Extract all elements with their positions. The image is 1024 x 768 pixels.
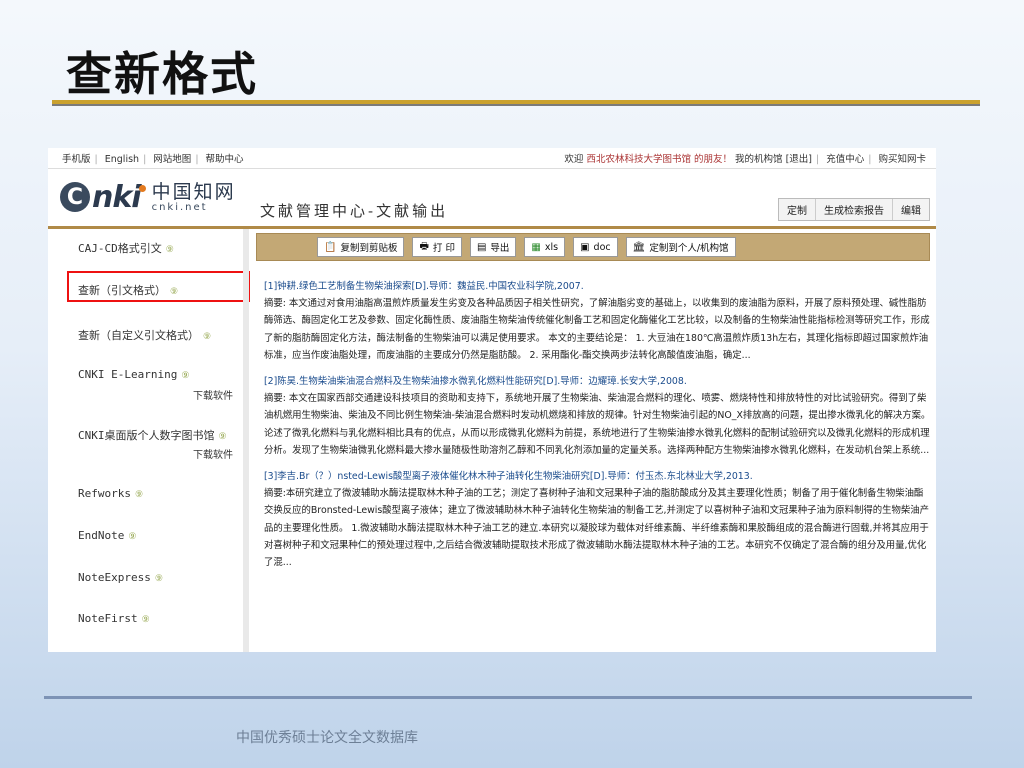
page-title: 文献管理中心-文献输出	[260, 202, 449, 220]
save-to-library-button[interactable]: 🏛 定制到个人/机构馆	[625, 237, 736, 257]
clipboard-icon: 📋	[324, 241, 337, 253]
help-icon[interactable]: ⑨	[203, 332, 211, 342]
topbar-link-buy-card[interactable]: 购买知网卡	[878, 154, 926, 165]
org-name: 西北农林科技大学图书馆 的朋友！	[586, 154, 732, 165]
button-label: 定制到个人/机构馆	[649, 243, 729, 254]
logo-chinese-text: 中国知网	[151, 180, 236, 203]
edit-button[interactable]: 编辑	[893, 199, 929, 220]
sidebar-item-label: NoteExpress	[78, 571, 151, 584]
export-icon: ▤	[476, 241, 487, 253]
sidebar-item-novelty-custom[interactable]: 查新（自定义引文格式） ⑨	[78, 327, 211, 343]
button-label: doc	[593, 241, 611, 253]
sidebar-item-novelty-citation[interactable]: 查新（引文格式） ⑨	[78, 282, 178, 298]
help-icon[interactable]: ⑨	[155, 574, 163, 584]
citation-entry: [2]陈昊.生物柴油柴油混合燃料及生物柴油掺水微乳化燃料性能研究[D].导师：边…	[264, 373, 932, 459]
sidebar-item-refworks[interactable]: Refworks ⑨	[78, 487, 143, 500]
topbar-link-mobile[interactable]: 手机版	[62, 154, 91, 165]
customize-button[interactable]: 定制	[779, 199, 816, 220]
topbar-link-help[interactable]: 帮助中心	[206, 154, 244, 165]
sidebar-item-desktop-library[interactable]: CNKI桌面版个人数字图书馆 ⑨	[78, 427, 227, 443]
button-label: 打 印	[432, 243, 455, 254]
sidebar-item-caj-cd[interactable]: CAJ-CD格式引文 ⑨	[78, 240, 174, 256]
sidebar-item-label: 查新（自定义引文格式）	[78, 329, 199, 342]
format-sidebar: CAJ-CD格式引文 ⑨ 查新（引文格式） ⑨ 查新（自定义引文格式） ⑨ CNKI …	[48, 229, 250, 652]
sidebar-item-label: Refworks	[78, 487, 131, 500]
citation-title: [2]陈昊.生物柴油柴油混合燃料及生物柴油掺水微乳化燃料性能研究[D].导师：边…	[264, 376, 687, 388]
footer-rule	[44, 696, 972, 699]
top-link-bar: 手机版 | English | 网站地图 | 帮助中心 欢迎 西北农林科技大学图书馆 …	[48, 148, 936, 168]
topbar-link-my-library[interactable]: 我的机构馆	[735, 154, 783, 165]
logo-c-mark: C	[60, 182, 90, 212]
sidebar-item-label: CNKI桌面版个人数字图书馆	[78, 429, 215, 442]
citation-abstract: 摘要: 本文通过对食用油脂高温煎炸质量发生劣变及各种品质因子相关性研究，了解油脂…	[264, 298, 930, 361]
welcome-text: 欢迎	[564, 154, 584, 165]
button-label: 复制到剪贴板	[340, 243, 398, 254]
save-icon: ▣	[580, 241, 590, 253]
topbar-link-english[interactable]: English	[105, 154, 139, 165]
printer-icon: 🖶	[419, 240, 429, 252]
sidebar-item-label: EndNote	[78, 529, 125, 542]
topbar-link-recharge[interactable]: 充值中心	[826, 154, 864, 165]
topbar-link-sitemap[interactable]: 网站地图	[153, 154, 191, 165]
sidebar-item-endnote[interactable]: EndNote ⑨	[78, 529, 136, 542]
copy-to-clipboard-button[interactable]: 📋 复制到剪贴板	[317, 237, 405, 257]
help-icon[interactable]: ⑨	[142, 615, 150, 625]
help-icon[interactable]: ⑨	[219, 432, 227, 442]
help-icon[interactable]: ⑨	[181, 371, 189, 381]
help-icon[interactable]: ⑨	[170, 287, 178, 297]
sidebar-item-label: CNKI E-Learning	[78, 368, 178, 381]
button-label: 导出	[490, 243, 510, 254]
citation-abstract: 摘要:本研究建立了微波辅助水酶法提取林木种子油的工艺；测定了喜树种子油和文冠果种…	[264, 488, 930, 569]
header-button-group: 定制 生成检索报告 编辑	[778, 198, 930, 221]
button-label: xls	[544, 241, 559, 253]
cnki-screenshot: 手机版 | English | 网站地图 | 帮助中心 欢迎 西北农林科技大学图书馆 …	[48, 148, 936, 652]
citation-abstract: 摘要: 本文在国家西部交通建设科技项目的资助和支持下，系统地开展了生物柴油、柴油…	[264, 393, 931, 456]
help-icon[interactable]: ⑨	[135, 490, 143, 500]
sidebar-item-label: 查新（引文格式）	[78, 284, 166, 297]
sidebar-item-elearning[interactable]: CNKI E-Learning ⑨	[78, 368, 189, 381]
topbar-link-logout[interactable]: [退出]	[786, 154, 812, 165]
slide-title: 查新格式	[66, 47, 258, 101]
page-header: C nki 中国知网 cnki.net 文献管理中心-文献输出 定制 生成检索报…	[48, 168, 936, 227]
logo-nki-text: nki	[92, 179, 142, 215]
sidebar-item-noteexpress[interactable]: NoteExpress ⑨	[78, 571, 163, 584]
logo-domain-text: cnki.net	[151, 201, 208, 213]
sidebar-item-label: NoteFirst	[78, 612, 138, 625]
print-button[interactable]: 🖶 打 印	[412, 237, 462, 257]
sidebar-scrollbar[interactable]	[243, 229, 249, 652]
excel-icon: ▦	[531, 241, 541, 253]
download-software-link[interactable]: 下载软件	[193, 387, 233, 402]
export-toolbar: 📋 复制到剪贴板 🖶 打 印 ▤ 导出 ▦ xls ▣ doc 🏛 定制到个人/机构馆	[256, 233, 930, 261]
citation-title: [1]钟耕.绿色工艺制备生物柴油探索[D].导师：魏益民.中国农业科学院,200…	[264, 281, 584, 292]
title-underline	[52, 100, 980, 106]
logo-dot-icon	[138, 184, 146, 192]
citation-title: [3]李吉.Br（？）nsted-Lewis酸型离子液体催化林木种子油转化生物柴…	[264, 471, 753, 483]
export-button[interactable]: ▤ 导出	[469, 237, 517, 257]
cnki-logo[interactable]: C nki 中国知网 cnki.net	[60, 177, 236, 217]
help-icon[interactable]: ⑨	[128, 532, 136, 542]
citation-list: [1]钟耕.绿色工艺制备生物柴油探索[D].导师：魏益民.中国农业科学院,200…	[264, 278, 932, 580]
sidebar-item-notefirst[interactable]: NoteFirst ⑨	[78, 612, 150, 625]
citation-entry: [1]钟耕.绿色工艺制备生物柴油探索[D].导师：魏益民.中国农业科学院,200…	[264, 278, 932, 364]
help-icon[interactable]: ⑨	[166, 245, 174, 255]
download-software-link[interactable]: 下载软件	[193, 446, 233, 461]
library-icon: 🏛	[632, 241, 646, 253]
export-doc-button[interactable]: ▣ doc	[573, 237, 618, 257]
generate-report-button[interactable]: 生成检索报告	[816, 199, 893, 220]
sidebar-item-label: CAJ-CD格式引文	[78, 242, 162, 255]
slide-footer: 中国优秀硕士论文全文数据库	[236, 730, 418, 746]
citation-entry: [3]李吉.Br（？）nsted-Lewis酸型离子液体催化林木种子油转化生物柴…	[264, 468, 932, 571]
export-xls-button[interactable]: ▦ xls	[524, 237, 566, 257]
